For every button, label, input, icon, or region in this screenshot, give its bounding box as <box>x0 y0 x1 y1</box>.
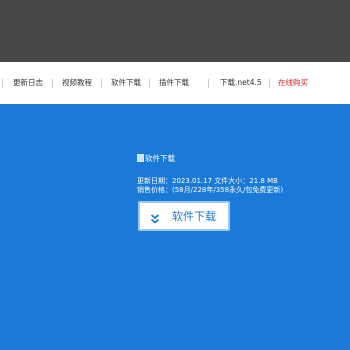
nav-item-plugin-download[interactable]: 插件下载 <box>159 77 189 89</box>
nav-item-software-download[interactable]: 软件下载 <box>111 77 141 89</box>
nav-item-buy-online[interactable]: 在线购买 <box>278 77 308 89</box>
double-chevron-down-icon <box>149 210 161 224</box>
software-image-alt-text: 软件下载 <box>145 154 175 163</box>
download-button-label: 软件下载 <box>172 210 216 223</box>
download-button[interactable]: 软件下载 <box>138 201 230 231</box>
nav-separator <box>52 79 53 88</box>
nav-separator <box>149 79 150 88</box>
nav-item-video-tutorials[interactable]: 视频教程 <box>62 77 92 89</box>
nav-item-changelog[interactable]: 更新日志 <box>13 77 43 89</box>
software-image: 软件下载 <box>137 153 175 165</box>
download-hero: 软件下载 更新日期：2023.01.17 文件大小：21.8 MB 销售价格：(… <box>0 104 350 350</box>
nav-separator <box>2 79 3 88</box>
top-header-bar <box>0 0 350 62</box>
nav-separator <box>208 79 209 88</box>
nav-separator <box>101 79 102 88</box>
broken-image-icon <box>137 154 144 162</box>
nav-separator <box>269 79 270 88</box>
price-info: 销售价格：(58月/228年/358永久/包免费更新) <box>137 186 284 194</box>
nav-item-dotnet-download[interactable]: 下载.net4.5 <box>220 77 262 89</box>
main-nav: 更新日志 视频教程 软件下载 插件下载 下载.net4.5 在线购买 <box>0 62 350 104</box>
